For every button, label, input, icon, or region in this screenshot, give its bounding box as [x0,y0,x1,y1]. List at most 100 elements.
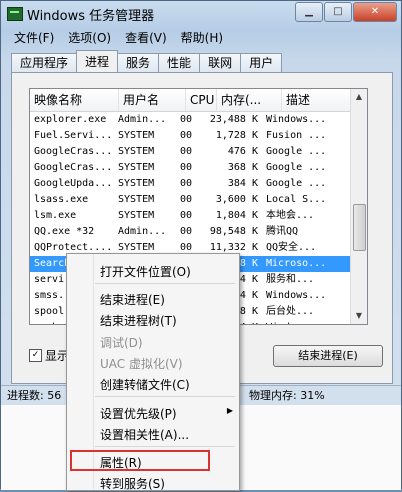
table-cell: 服务和... [266,274,315,285]
menu-separator [95,396,235,397]
properties-highlight-box [70,450,210,471]
menu-set-priority[interactable]: 设置优先级(P) [100,405,177,422]
tab-applications[interactable]: 应用程序 [11,53,78,73]
table-cell: QQ安全... [266,242,317,253]
maximize-button[interactable]: □ [324,2,352,22]
menu-separator [95,283,235,284]
table-cell: 384 K [227,178,258,189]
menu-separator [95,446,235,447]
table-cell: Admin... [118,226,167,237]
window-title: Windows 任务管理器 [27,9,155,24]
table-cell: 98,548 K [209,226,258,237]
col-image-name[interactable]: 映像名称 [30,89,119,111]
table-cell: Fuel.Servi... [34,130,113,141]
submenu-arrow-icon: ▶ [226,406,233,415]
table-cell: Fusion ... [266,130,327,141]
menu-uac-virtualization: UAC 虚拟化(V) [100,357,183,371]
table-cell: 00 [180,226,193,237]
col-cpu[interactable]: CPU [186,89,217,111]
table-cell: 368 K [227,162,258,173]
table-cell: 00 [180,210,193,221]
table-cell: SYSTEM [118,162,155,173]
menu-set-affinity[interactable]: 设置相关性(A)... [100,426,189,443]
table-cell: 3,600 K [215,194,258,205]
table-cell: Google ... [266,146,327,157]
table-cell: SYSTEM [118,210,155,221]
menu-file[interactable]: 文件(F) [7,28,61,48]
table-cell: SYSTEM [118,194,155,205]
table-cell: SYSTEM [118,178,155,189]
table-cell: 1,728 K [215,130,258,141]
scroll-up-icon[interactable]: ▲ [351,89,367,105]
table-cell: 00 [180,146,193,157]
table-cell: Windows... [266,114,327,125]
tab-networking[interactable]: 联网 [199,53,242,73]
show-all-processes-checkbox[interactable]: ✓ 显示 [29,347,69,364]
menu-end-process[interactable]: 结束进程(E) [100,291,165,308]
list-header: 映像名称 用户名 CPU 内存(... 描述 [30,89,367,112]
table-row[interactable]: QQ.exe *32 Admin... 00 98,548 K 腾讯QQ [30,224,367,240]
close-button[interactable]: ✕ [353,2,397,22]
scroll-down-icon[interactable]: ▼ [351,308,367,324]
tab-performance[interactable]: 性能 [158,53,201,73]
table-cell: QQ.exe *32 [34,226,95,237]
table-cell: 00 [180,130,193,141]
table-cell: Windows... [266,290,327,301]
menu-end-process-tree[interactable]: 结束进程树(T) [100,312,177,329]
menu-open-file-location[interactable]: 打开文件位置(O) [100,263,191,280]
table-cell: 后台处... [266,306,315,317]
table-cell: 23,488 K [209,114,258,125]
task-manager-icon [7,7,23,21]
title-bar[interactable]: Windows 任务管理器 ▁ □ ✕ [1,1,401,27]
table-cell: Windows... [262,320,342,324]
table-cell: 1,804 K [215,210,258,221]
status-physical-memory: 物理内存: 31% [249,389,325,402]
col-memory[interactable]: 内存(... [217,89,282,111]
table-cell: 00 [180,194,193,205]
table-cell: 本地会... [266,210,315,221]
table-cell: SYSTEM [118,130,155,141]
table-cell: GoogleUpda... [34,178,113,189]
table-cell: Local S... [266,194,327,205]
table-row[interactable]: GoogleCras... SYSTEM 00 476 K Google ... [30,144,367,160]
menu-create-dump[interactable]: 创建转储文件(C) [100,376,190,393]
table-cell: 00 [180,114,193,125]
table-cell: explorer.exe [34,114,107,125]
scroll-thumb[interactable] [353,204,366,251]
menu-view[interactable]: 查看(V) [118,28,174,48]
table-cell: lsm.exe [34,210,77,221]
vertical-scrollbar[interactable]: ▲ ▼ [350,89,367,324]
table-row[interactable]: lsm.exe SYSTEM 00 1,804 K 本地会... [30,208,367,224]
table-row[interactable]: explorer.exe Admin... 00 23,488 K Windows... [30,112,367,128]
table-cell: Admin... [118,114,167,125]
menu-help[interactable]: 帮助(H) [174,28,230,48]
menu-options[interactable]: 选项(O) [61,28,118,48]
table-cell: 腾讯QQ [266,226,299,237]
checkbox-check-icon[interactable]: ✓ [29,349,42,362]
tab-processes[interactable]: 进程 [76,50,119,73]
table-cell: 476 K [227,146,258,157]
col-user-name[interactable]: 用户名 [119,89,186,111]
end-process-button[interactable]: 结束进程(E) [273,345,383,367]
menu-debug: 调试(D) [100,336,143,350]
table-cell: 00 [180,178,193,189]
table-cell: Google ... [266,162,327,173]
menu-bar: 文件(F) 选项(O) 查看(V) 帮助(H) [7,28,230,48]
table-row[interactable]: Fuel.Servi... SYSTEM 00 1,728 K Fusion ... [30,128,367,144]
menu-go-to-service[interactable]: 转到服务(S) [100,475,165,492]
table-cell: 00 [180,162,193,173]
table-cell: GoogleCras... [34,162,113,173]
tab-services[interactable]: 服务 [117,53,160,73]
status-process-count: 进程数: 56 [7,389,62,402]
table-cell: Google ... [266,178,327,189]
table-row[interactable]: GoogleUpda... SYSTEM 00 384 K Google ... [30,176,367,192]
table-cell: lsass.exe [34,194,89,205]
tab-users[interactable]: 用户 [240,53,283,73]
table-row[interactable]: GoogleCras... SYSTEM 00 368 K Google ... [30,160,367,176]
tab-strip: 应用程序 进程 服务 性能 联网 用户 [11,50,283,73]
minimize-button[interactable]: ▁ [295,2,323,22]
table-cell: GoogleCras... [34,146,113,157]
table-cell: Microso... [266,258,327,269]
table-cell: SYSTEM [118,146,155,157]
table-row[interactable]: lsass.exe SYSTEM 00 3,600 K Local S... [30,192,367,208]
